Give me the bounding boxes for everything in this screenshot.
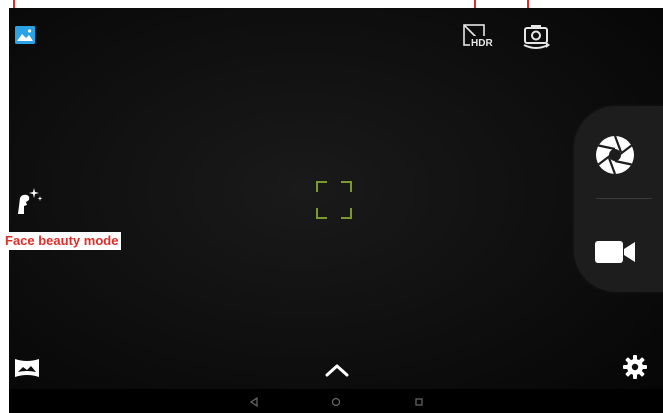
capture-panel-divider: [596, 198, 652, 199]
video-record-button[interactable]: [588, 230, 642, 274]
gear-icon: [623, 355, 647, 379]
camera-viewfinder[interactable]: HDR: [9, 8, 663, 413]
gallery-thumbnail-icon: [15, 26, 35, 44]
face-beauty-icon: [18, 188, 43, 214]
annotated-camera-screenshot: HDR Face beauty mode: [0, 0, 663, 413]
system-navigation-bar: [9, 389, 663, 413]
capture-panel: [574, 106, 663, 292]
expand-menu-button[interactable]: [320, 358, 354, 382]
face-beauty-annotation-label: Face beauty mode: [0, 232, 122, 250]
focus-frame: [312, 178, 356, 222]
nav-home-button[interactable]: [329, 395, 343, 409]
shutter-aperture-icon: [596, 135, 634, 175]
switch-camera-icon: [523, 25, 550, 49]
nav-recents-button[interactable]: [412, 395, 426, 409]
panorama-icon: [15, 359, 39, 377]
chevron-up-icon: [325, 364, 349, 377]
nav-back-button[interactable]: [247, 395, 261, 409]
video-camera-icon: [595, 241, 635, 263]
gallery-thumbnail-button[interactable]: [14, 24, 36, 46]
nav-recents-icon: [415, 398, 423, 406]
panorama-button[interactable]: [12, 354, 42, 382]
nav-home-icon: [331, 397, 341, 407]
nav-back-icon: [249, 397, 258, 407]
face-beauty-button[interactable]: [12, 184, 46, 218]
settings-button[interactable]: [620, 352, 650, 382]
switch-camera-button[interactable]: [518, 22, 556, 52]
hdr-toggle-button[interactable]: HDR: [460, 22, 496, 50]
svg-text:HDR: HDR: [471, 38, 493, 49]
photo-shutter-button[interactable]: [590, 130, 640, 180]
hdr-off-icon: HDR: [463, 24, 493, 49]
